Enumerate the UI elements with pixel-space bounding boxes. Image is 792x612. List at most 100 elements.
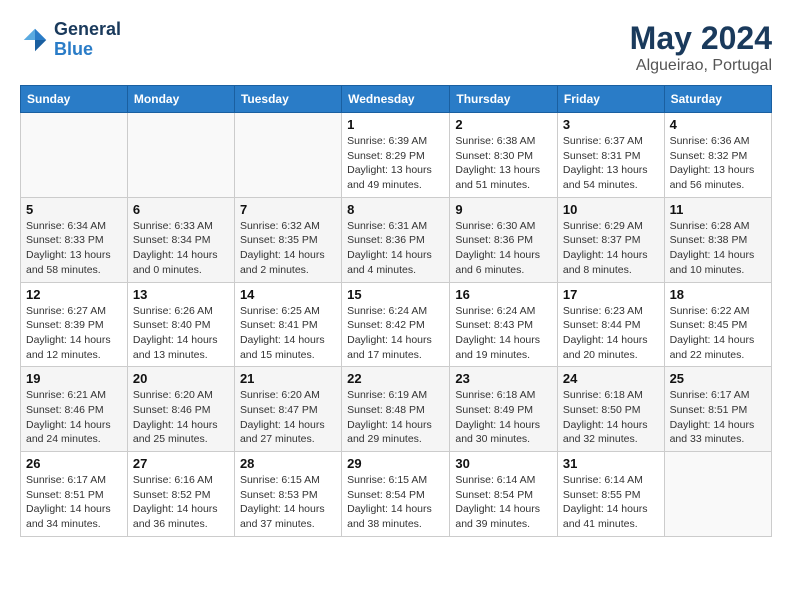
day-info: Sunrise: 6:31 AM Sunset: 8:36 PM Dayligh… [347,219,444,278]
calendar-week-row: 26 Sunrise: 6:17 AM Sunset: 8:51 PM Dayli… [21,452,772,537]
calendar-day-cell: 19 Sunrise: 6:21 AM Sunset: 8:46 PM Dayli… [21,367,128,452]
day-number: 14 [240,287,336,302]
day-info: Sunrise: 6:24 AM Sunset: 8:42 PM Dayligh… [347,304,444,363]
day-number: 25 [670,371,766,386]
day-info: Sunrise: 6:29 AM Sunset: 8:37 PM Dayligh… [563,219,659,278]
calendar-day-cell: 12 Sunrise: 6:27 AM Sunset: 8:39 PM Dayli… [21,282,128,367]
calendar-day-cell: 4 Sunrise: 6:36 AM Sunset: 8:32 PM Daylig… [664,113,771,198]
calendar-day-cell: 9 Sunrise: 6:30 AM Sunset: 8:36 PM Daylig… [450,197,558,282]
weekday-header-cell: Sunday [21,86,128,113]
calendar-day-cell: 22Sunrise: 6:19 AM Sunset: 8:48 PM Dayli… [342,367,450,452]
calendar-day-cell: 29 Sunrise: 6:15 AM Sunset: 8:54 PM Dayli… [342,452,450,537]
day-number: 27 [133,456,229,471]
day-number: 29 [347,456,444,471]
day-info: Sunrise: 6:17 AM Sunset: 8:51 PM Dayligh… [670,388,766,447]
day-info: Sunrise: 6:32 AM Sunset: 8:35 PM Dayligh… [240,219,336,278]
weekday-header-cell: Wednesday [342,86,450,113]
calendar-week-row: 5Sunrise: 6:34 AM Sunset: 8:33 PM Daylig… [21,197,772,282]
calendar-day-cell: 10 Sunrise: 6:29 AM Sunset: 8:37 PM Dayli… [557,197,664,282]
calendar-day-cell: 24Sunrise: 6:18 AM Sunset: 8:50 PM Dayli… [557,367,664,452]
calendar-week-row: 19 Sunrise: 6:21 AM Sunset: 8:46 PM Dayli… [21,367,772,452]
day-info: Sunrise: 6:24 AM Sunset: 8:43 PM Dayligh… [455,304,552,363]
calendar-day-cell: 14 Sunrise: 6:25 AM Sunset: 8:41 PM Dayli… [234,282,341,367]
calendar-week-row: 12 Sunrise: 6:27 AM Sunset: 8:39 PM Dayli… [21,282,772,367]
day-number: 9 [455,202,552,217]
calendar-day-cell [664,452,771,537]
calendar-day-cell: 23 Sunrise: 6:18 AM Sunset: 8:49 PM Dayli… [450,367,558,452]
logo: General Blue [20,20,121,60]
day-info: Sunrise: 6:37 AM Sunset: 8:31 PM Dayligh… [563,134,659,193]
day-number: 8 [347,202,444,217]
calendar-day-cell: 17 Sunrise: 6:23 AM Sunset: 8:44 PM Dayli… [557,282,664,367]
day-number: 10 [563,202,659,217]
calendar-day-cell [234,113,341,198]
calendar-day-cell: 27 Sunrise: 6:16 AM Sunset: 8:52 PM Dayli… [127,452,234,537]
day-number: 26 [26,456,122,471]
day-info: Sunrise: 6:28 AM Sunset: 8:38 PM Dayligh… [670,219,766,278]
day-number: 4 [670,117,766,132]
day-number: 20 [133,371,229,386]
day-number: 15 [347,287,444,302]
day-info: Sunrise: 6:19 AM Sunset: 8:48 PM Dayligh… [347,388,444,447]
day-info: Sunrise: 6:33 AM Sunset: 8:34 PM Dayligh… [133,219,229,278]
day-number: 28 [240,456,336,471]
calendar-day-cell: 28 Sunrise: 6:15 AM Sunset: 8:53 PM Dayli… [234,452,341,537]
day-info: Sunrise: 6:21 AM Sunset: 8:46 PM Dayligh… [26,388,122,447]
calendar-week-row: 1Sunrise: 6:39 AM Sunset: 8:29 PM Daylig… [21,113,772,198]
calendar-day-cell: 2Sunrise: 6:38 AM Sunset: 8:30 PM Daylig… [450,113,558,198]
weekday-header-row: SundayMondayTuesdayWednesdayThursdayFrid… [21,86,772,113]
calendar-day-cell: 15 Sunrise: 6:24 AM Sunset: 8:42 PM Dayli… [342,282,450,367]
weekday-header-cell: Saturday [664,86,771,113]
day-info: Sunrise: 6:15 AM Sunset: 8:54 PM Dayligh… [347,473,444,532]
day-number: 19 [26,371,122,386]
day-number: 12 [26,287,122,302]
day-number: 31 [563,456,659,471]
day-number: 18 [670,287,766,302]
day-info: Sunrise: 6:22 AM Sunset: 8:45 PM Dayligh… [670,304,766,363]
day-number: 17 [563,287,659,302]
calendar-day-cell: 8 Sunrise: 6:31 AM Sunset: 8:36 PM Daylig… [342,197,450,282]
day-info: Sunrise: 6:15 AM Sunset: 8:53 PM Dayligh… [240,473,336,532]
day-number: 23 [455,371,552,386]
day-info: Sunrise: 6:30 AM Sunset: 8:36 PM Dayligh… [455,219,552,278]
day-info: Sunrise: 6:20 AM Sunset: 8:46 PM Dayligh… [133,388,229,447]
day-info: Sunrise: 6:26 AM Sunset: 8:40 PM Dayligh… [133,304,229,363]
calendar-day-cell: 26 Sunrise: 6:17 AM Sunset: 8:51 PM Dayli… [21,452,128,537]
calendar-day-cell: 6 Sunrise: 6:33 AM Sunset: 8:34 PM Daylig… [127,197,234,282]
calendar-day-cell: 13Sunrise: 6:26 AM Sunset: 8:40 PM Dayli… [127,282,234,367]
day-info: Sunrise: 6:27 AM Sunset: 8:39 PM Dayligh… [26,304,122,363]
calendar-day-cell: 31 Sunrise: 6:14 AM Sunset: 8:55 PM Dayli… [557,452,664,537]
day-info: Sunrise: 6:25 AM Sunset: 8:41 PM Dayligh… [240,304,336,363]
day-number: 6 [133,202,229,217]
day-number: 7 [240,202,336,217]
day-info: Sunrise: 6:14 AM Sunset: 8:55 PM Dayligh… [563,473,659,532]
day-info: Sunrise: 6:39 AM Sunset: 8:29 PM Dayligh… [347,134,444,193]
calendar-day-cell: 11 Sunrise: 6:28 AM Sunset: 8:38 PM Dayli… [664,197,771,282]
calendar-day-cell: 16 Sunrise: 6:24 AM Sunset: 8:43 PM Dayli… [450,282,558,367]
calendar-day-cell: 3Sunrise: 6:37 AM Sunset: 8:31 PM Daylig… [557,113,664,198]
day-info: Sunrise: 6:18 AM Sunset: 8:49 PM Dayligh… [455,388,552,447]
day-number: 5 [26,202,122,217]
calendar-day-cell: 25 Sunrise: 6:17 AM Sunset: 8:51 PM Dayli… [664,367,771,452]
calendar-body: 1Sunrise: 6:39 AM Sunset: 8:29 PM Daylig… [21,113,772,537]
calendar-day-cell: 20 Sunrise: 6:20 AM Sunset: 8:46 PM Dayli… [127,367,234,452]
title-block: May 2024 Algueirao, Portugal [630,20,772,75]
day-number: 21 [240,371,336,386]
day-info: Sunrise: 6:23 AM Sunset: 8:44 PM Dayligh… [563,304,659,363]
weekday-header-cell: Friday [557,86,664,113]
day-info: Sunrise: 6:17 AM Sunset: 8:51 PM Dayligh… [26,473,122,532]
calendar-table: SundayMondayTuesdayWednesdayThursdayFrid… [20,85,772,537]
calendar-day-cell: 1Sunrise: 6:39 AM Sunset: 8:29 PM Daylig… [342,113,450,198]
day-info: Sunrise: 6:38 AM Sunset: 8:30 PM Dayligh… [455,134,552,193]
day-number: 11 [670,202,766,217]
day-info: Sunrise: 6:16 AM Sunset: 8:52 PM Dayligh… [133,473,229,532]
calendar-day-cell: 21Sunrise: 6:20 AM Sunset: 8:47 PM Dayli… [234,367,341,452]
location-subtitle: Algueirao, Portugal [630,57,772,75]
day-info: Sunrise: 6:14 AM Sunset: 8:54 PM Dayligh… [455,473,552,532]
day-number: 16 [455,287,552,302]
day-number: 30 [455,456,552,471]
calendar-day-cell [127,113,234,198]
calendar-day-cell: 30 Sunrise: 6:14 AM Sunset: 8:54 PM Dayli… [450,452,558,537]
day-info: Sunrise: 6:18 AM Sunset: 8:50 PM Dayligh… [563,388,659,447]
day-info: Sunrise: 6:36 AM Sunset: 8:32 PM Dayligh… [670,134,766,193]
